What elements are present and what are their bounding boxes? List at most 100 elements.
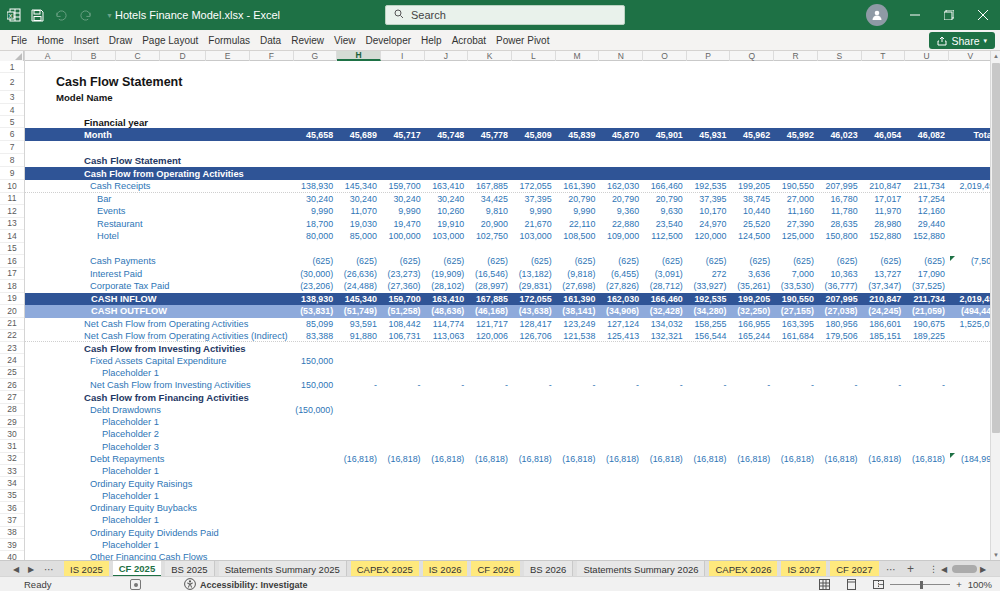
cell-H26[interactable]: - — [337, 379, 381, 391]
cell-K14[interactable]: 102,750 — [468, 230, 512, 243]
sheet-tab-cf-2027[interactable]: CF 2027 — [830, 561, 878, 577]
cell-Q13[interactable]: 25,520 — [731, 218, 775, 231]
cell-Q32[interactable]: (16,818) — [731, 453, 775, 465]
spreadsheet-grid[interactable]: ABCDEFGHIJKLMNOPQRSTUV 1Cash Flow Statem… — [0, 51, 990, 560]
cell-G11[interactable]: 30,240 — [294, 193, 338, 206]
cell-I26[interactable]: - — [381, 379, 425, 391]
cell-I13[interactable]: 19,470 — [381, 218, 425, 231]
zoom-level[interactable]: 100% — [968, 579, 992, 590]
cell-R14[interactable]: 125,000 — [774, 230, 818, 243]
cell-T13[interactable]: 28,980 — [862, 218, 906, 231]
row-label[interactable]: Restaurant — [97, 218, 142, 231]
cell-K18[interactable]: (28,997) — [468, 280, 512, 293]
row-label[interactable]: Placeholder 1 — [102, 367, 159, 379]
cell-U12[interactable]: 12,160 — [905, 205, 949, 218]
cell-J32[interactable]: (16,818) — [425, 453, 469, 465]
row-label[interactable]: Net Cash Flow from Operating Activities — [84, 318, 248, 330]
cell-P19[interactable]: 192,535 — [687, 293, 731, 306]
cell-G6[interactable]: 45,658 — [294, 128, 338, 141]
ribbon-tab-power-pivot[interactable]: Power Pivot — [491, 30, 554, 51]
cell-S17[interactable]: 10,363 — [818, 268, 862, 281]
row-label[interactable]: Fixed Assets Capital Expenditure — [90, 354, 226, 366]
cell-R16[interactable]: (625) — [774, 255, 818, 268]
cell-G18[interactable]: (23,206) — [294, 280, 338, 293]
cell-L16[interactable]: (625) — [512, 255, 556, 268]
cell-H6[interactable]: 45,689 — [337, 128, 381, 141]
row-label[interactable]: Model Name — [56, 91, 113, 104]
cell-J17[interactable]: (19,909) — [425, 268, 469, 281]
row-label[interactable]: CASH OUTFLOW — [91, 305, 167, 318]
row-header-38[interactable]: 38 — [0, 527, 24, 539]
cell-H18[interactable]: (24,488) — [337, 280, 381, 293]
row-label[interactable]: Placeholder 1 — [102, 539, 159, 551]
cell-O13[interactable]: 23,540 — [643, 218, 687, 231]
sheet-tab-cf-2025[interactable]: CF 2025 — [113, 561, 161, 577]
cell-G21[interactable]: 85,099 — [294, 318, 338, 330]
column-header-Q[interactable]: Q — [731, 51, 775, 61]
row-header-25[interactable]: 25 — [0, 367, 24, 379]
row-label[interactable]: Hotel — [97, 230, 119, 243]
cell-T19[interactable]: 210,847 — [862, 293, 906, 306]
new-sheet-button[interactable]: + — [907, 561, 914, 577]
row-header-19[interactable]: 19 — [0, 293, 24, 306]
cell-O14[interactable]: 112,500 — [643, 230, 687, 243]
cell-L32[interactable]: (16,818) — [512, 453, 556, 465]
cell-O11[interactable]: 20,790 — [643, 193, 687, 206]
row-header-35[interactable]: 35 — [0, 490, 24, 502]
cell-N12[interactable]: 9,360 — [599, 205, 643, 218]
sheet-tab-is-2027[interactable]: IS 2027 — [781, 561, 826, 577]
scroll-up-icon[interactable]: ▲ — [991, 51, 1000, 61]
cell-N11[interactable]: 20,790 — [599, 193, 643, 206]
save-icon[interactable] — [30, 8, 45, 23]
cell-J16[interactable]: (625) — [425, 255, 469, 268]
cell-H14[interactable]: 85,000 — [337, 230, 381, 243]
cell-T18[interactable]: (37,347) — [862, 280, 906, 293]
tab-splitter-icon[interactable]: ⋮ — [929, 561, 938, 577]
cell-N26[interactable]: - — [599, 379, 643, 391]
column-header-P[interactable]: P — [687, 51, 731, 61]
row-header-32[interactable]: 32 — [0, 453, 24, 465]
column-header-S[interactable]: S — [818, 51, 862, 61]
cell-P18[interactable]: (33,927) — [687, 280, 731, 293]
cell-S26[interactable]: - — [818, 379, 862, 391]
cell-O19[interactable]: 166,460 — [643, 293, 687, 306]
row-label[interactable]: Placeholder 2 — [102, 428, 159, 440]
row-header-36[interactable]: 36 — [0, 502, 24, 514]
search-input[interactable]: Search — [385, 5, 625, 25]
cell-H16[interactable]: (625) — [337, 255, 381, 268]
cell-I19[interactable]: 159,700 — [381, 293, 425, 306]
sheet-nav-right-icon[interactable]: ▶ — [28, 561, 34, 577]
cell-M18[interactable]: (27,698) — [556, 280, 600, 293]
row-header-24[interactable]: 24 — [0, 354, 24, 366]
cell-G16[interactable]: (625) — [294, 255, 338, 268]
cell-U21[interactable]: 190,675 — [905, 318, 949, 330]
column-header-V[interactable]: V — [949, 51, 990, 61]
vertical-scrollbar[interactable]: ▲ ▼ — [990, 51, 1000, 560]
row-label[interactable]: Placeholder 1 — [102, 514, 159, 526]
cell-U19[interactable]: 211,734 — [905, 293, 949, 306]
row-label[interactable]: Placeholder 1 — [102, 490, 159, 502]
row-label[interactable]: Corporate Tax Paid — [90, 280, 169, 293]
row-label[interactable]: Other Financing Cash Flows — [90, 551, 207, 560]
cell-M14[interactable]: 108,500 — [556, 230, 600, 243]
cell-G20[interactable]: (53,831) — [294, 305, 338, 318]
column-header-K[interactable]: K — [468, 51, 512, 61]
ribbon-tab-draw[interactable]: Draw — [104, 30, 137, 51]
sheet-tab-is-2025[interactable]: IS 2025 — [64, 561, 109, 577]
row-header-21[interactable]: 21 — [0, 318, 24, 330]
cell-M26[interactable]: - — [556, 379, 600, 391]
cell-H32[interactable]: (16,818) — [337, 453, 381, 465]
row-label[interactable]: Ordinary Equity Dividends Paid — [90, 527, 219, 539]
row-label[interactable]: Ordinary Equity Raisings — [90, 477, 192, 489]
row-label[interactable]: CASH INFLOW — [91, 293, 157, 306]
cell-H13[interactable]: 19,030 — [337, 218, 381, 231]
cell-S21[interactable]: 180,956 — [818, 318, 862, 330]
cell-G28[interactable]: (150,000) — [294, 404, 338, 416]
column-header-D[interactable]: D — [160, 51, 206, 61]
cell-K21[interactable]: 121,717 — [468, 318, 512, 330]
cell-T20[interactable]: (24,245) — [862, 305, 906, 318]
cell-K32[interactable]: (16,818) — [468, 453, 512, 465]
cell-H11[interactable]: 30,240 — [337, 193, 381, 206]
column-header-M[interactable]: M — [556, 51, 600, 61]
row-header-18[interactable]: 18 — [0, 280, 24, 293]
